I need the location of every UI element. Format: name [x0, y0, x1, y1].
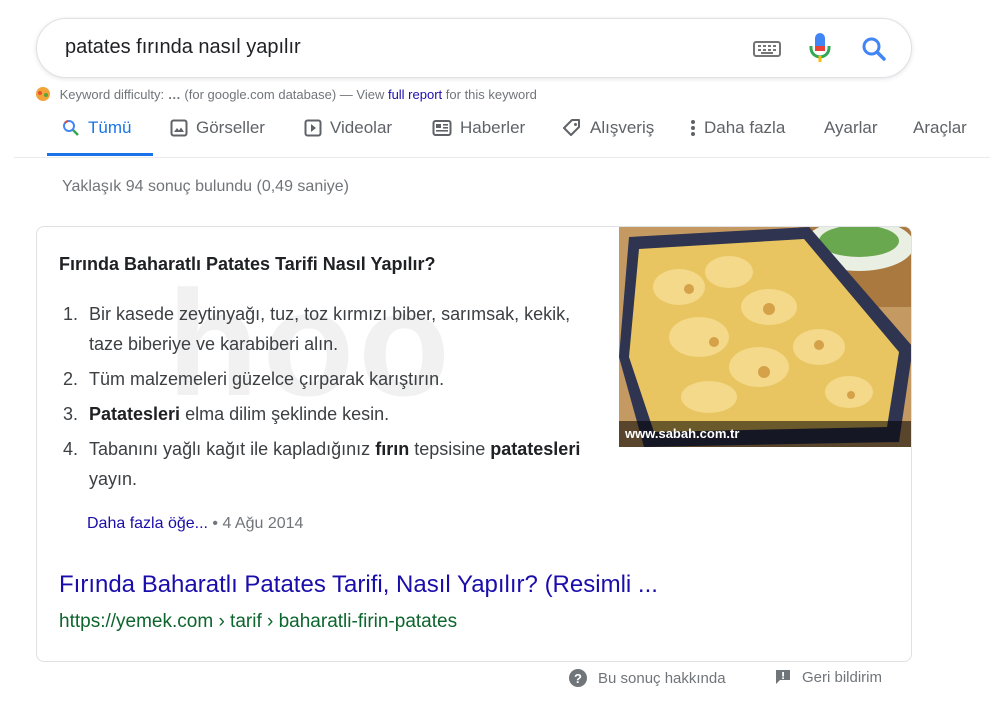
tab-settings[interactable]: Ayarlar — [824, 118, 878, 138]
result-stats: Yaklaşık 94 sonuç bulundu (0,49 saniye) — [62, 178, 349, 195]
step-text: Tabanını yağlı kağıt ile kapladığınız — [89, 439, 371, 459]
svg-text:?: ? — [574, 671, 582, 686]
tab-news-label: Haberler — [460, 118, 526, 137]
baked-potatoes-image — [619, 227, 911, 447]
microphone-icon[interactable] — [809, 32, 831, 69]
more-items-link[interactable]: Daha fazla öğe... — [87, 515, 208, 532]
about-result-button[interactable]: ? Bu sonuç hakkında — [568, 668, 726, 688]
tab-more-label: Daha fazla — [704, 118, 786, 137]
list-item: 4. Tabanını yağlı kağıt ile kapladığınız… — [59, 434, 599, 494]
feedback-icon — [776, 670, 790, 684]
keyword-difficulty-bar: Keyword difficulty: … (for google.com da… — [34, 86, 537, 105]
featured-snippet: hoo Fırında Baharatlı Patates Tarifi Nas… — [36, 226, 912, 662]
keyword-difficulty-label: Keyword difficulty: — [59, 87, 165, 102]
tab-all-label: Tümü — [88, 118, 132, 137]
tabs-divider — [14, 157, 990, 158]
separator-dot: • — [212, 515, 223, 532]
tab-tools[interactable]: Araçlar — [913, 118, 967, 138]
list-item: 3. Patatesleri elma dilim şeklinde kesin… — [59, 399, 599, 429]
more-vert-icon — [691, 120, 695, 136]
step-text: tepsisine — [414, 439, 486, 459]
step-number: 2. — [63, 369, 79, 389]
tab-images-label: Görseller — [196, 118, 265, 137]
step-text: elma dilim şeklinde kesin. — [185, 404, 390, 424]
search-input[interactable]: patates fırında nasıl yapılır — [65, 36, 301, 59]
result-url[interactable]: https://yemek.com › tarif › baharatli-fi… — [59, 611, 457, 633]
step-bold-text: Patatesleri — [89, 404, 181, 424]
step-number: 1. — [63, 304, 79, 324]
tab-more[interactable]: Daha fazla — [690, 118, 785, 138]
image-icon — [170, 119, 188, 137]
video-icon — [304, 119, 322, 137]
tab-videos-label: Videolar — [330, 118, 393, 137]
keyword-difficulty-value: … — [167, 87, 181, 102]
keyboard-icon[interactable] — [753, 39, 781, 64]
help-icon: ? — [569, 669, 587, 687]
active-tab-indicator — [47, 153, 153, 156]
tab-news[interactable]: Haberler — [432, 118, 525, 138]
more-items-row: Daha fazla öğe... • 4 Ağu 2014 — [87, 515, 303, 533]
list-item: 1. Bir kasede zeytinyağı, tuz, toz kırmı… — [59, 299, 599, 359]
step-text: yayın. — [89, 469, 138, 489]
snippet-date: 4 Ağu 2014 — [222, 515, 304, 532]
tab-tools-label: Araçlar — [913, 118, 967, 137]
image-source-caption: www.sabah.com.tr — [619, 421, 911, 447]
feedback-label: Geri bildirim — [802, 668, 883, 686]
list-item: 2. Tüm malzemeleri güzelce çırparak karı… — [59, 364, 599, 394]
tab-images[interactable]: Görseller — [170, 118, 265, 138]
tab-all[interactable]: Tümü — [62, 118, 131, 138]
snippet-image[interactable]: www.sabah.com.tr — [619, 227, 911, 447]
tab-shopping[interactable]: Alışveriş — [562, 118, 654, 138]
search-icon[interactable] — [861, 36, 887, 67]
full-report-link[interactable]: full report — [388, 87, 442, 102]
search-tabs: Tümü Görseller Videolar Haberler Alışver… — [0, 108, 1000, 156]
step-text: Tüm malzemeleri güzelce çırparak karıştı… — [89, 369, 445, 389]
tag-icon — [563, 119, 580, 136]
step-bold-text: fırın — [375, 439, 410, 459]
steps-list: 1. Bir kasede zeytinyağı, tuz, toz kırmı… — [59, 299, 599, 499]
feedback-button[interactable]: Geri bildirim — [774, 668, 882, 686]
result-title-link[interactable]: Fırında Baharatlı Patates Tarifi, Nasıl … — [59, 571, 658, 599]
tab-videos[interactable]: Videolar — [304, 118, 392, 138]
seoquake-icon — [34, 86, 52, 105]
keyword-database-text: (for google.com database) — View — [184, 87, 385, 102]
step-number: 3. — [63, 404, 79, 424]
search-box[interactable]: patates fırında nasıl yapılır — [36, 18, 912, 78]
snippet-title: Fırında Baharatlı Patates Tarifi Nasıl Y… — [59, 254, 436, 274]
step-bold-text: patatesleri — [490, 439, 581, 459]
search-icon — [63, 120, 79, 136]
tab-shopping-label: Alışveriş — [590, 118, 655, 137]
about-result-label: Bu sonuç hakkında — [598, 669, 726, 687]
step-number: 4. — [63, 439, 79, 459]
step-text: Bir kasede zeytinyağı, tuz, toz kırmızı … — [89, 304, 571, 354]
keyword-suffix-text: for this keyword — [445, 87, 537, 102]
tab-settings-label: Ayarlar — [824, 118, 878, 137]
news-icon — [432, 120, 452, 136]
